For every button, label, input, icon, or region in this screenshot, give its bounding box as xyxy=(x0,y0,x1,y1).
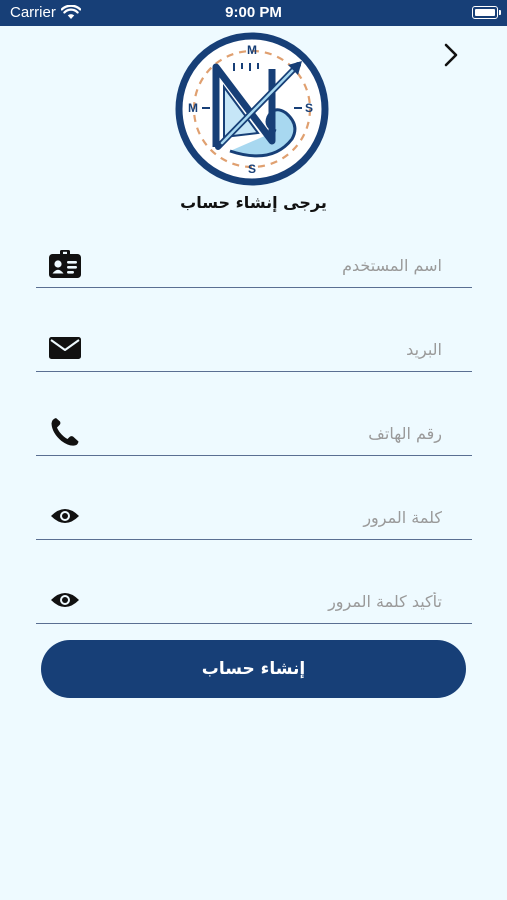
eye-icon[interactable] xyxy=(48,501,82,531)
password-field xyxy=(36,491,472,540)
envelope-icon xyxy=(48,333,82,363)
email-field xyxy=(36,323,472,372)
username-input[interactable] xyxy=(96,247,444,283)
logo-letter-right: S xyxy=(305,101,313,115)
logo-letter-left: M xyxy=(188,101,198,115)
password-input[interactable] xyxy=(96,499,444,535)
username-field xyxy=(36,239,472,288)
logo-letter-top: M xyxy=(247,43,257,57)
phone-input[interactable] xyxy=(96,415,444,451)
email-input[interactable] xyxy=(96,331,444,367)
phone-field xyxy=(36,407,472,456)
logo-letter-bottom: S xyxy=(248,162,256,176)
battery-icon xyxy=(472,6,501,19)
confirm-password-input[interactable] xyxy=(96,583,444,619)
chevron-right-icon xyxy=(444,43,458,67)
confirm-password-field xyxy=(36,575,472,624)
eye-icon[interactable] xyxy=(48,585,82,615)
back-button[interactable] xyxy=(438,40,464,70)
app-logo: M M S S xyxy=(175,32,329,186)
status-bar: Carrier 9:00 PM xyxy=(0,0,507,26)
phone-icon xyxy=(48,417,82,447)
page-subtitle: يرجى إنشاء حساب xyxy=(180,193,327,212)
create-account-button[interactable]: إنشاء حساب xyxy=(41,640,466,698)
id-card-icon xyxy=(48,249,82,279)
status-time: 9:00 PM xyxy=(225,4,282,21)
